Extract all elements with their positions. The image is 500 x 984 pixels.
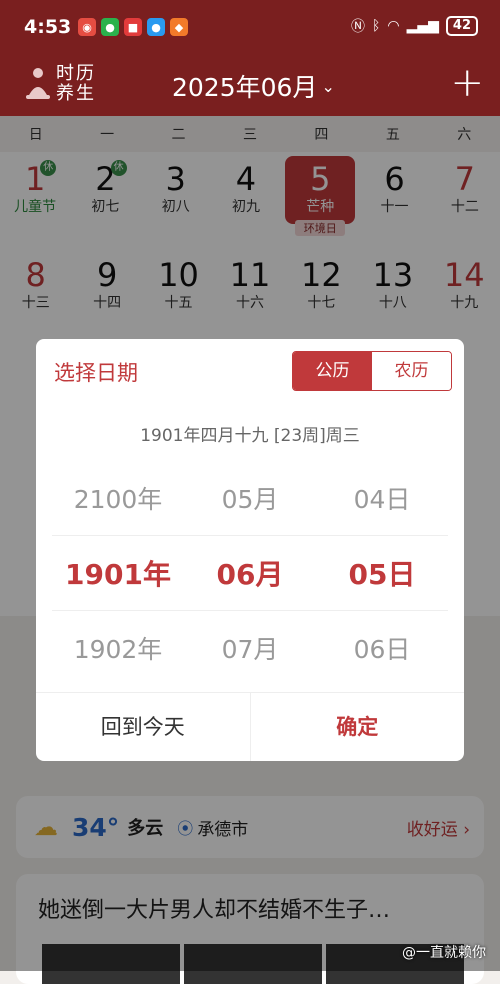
year-option[interactable]: 2100年 — [52, 480, 184, 516]
date-picker-dialog: 选择日期 公历 农历 1901年四月十九 [23周]周三 2100年 05月 0… — [36, 339, 464, 761]
month-option[interactable]: 07月 — [184, 630, 316, 666]
bluetooth-icon: ᛒ — [371, 18, 381, 34]
weibo-icon: ◉ — [78, 18, 96, 36]
status-indicators: Ⓝ ᛒ ◠ ▂▄▆ 42 — [351, 16, 478, 36]
date-wheel-picker[interactable]: 2100年 05月 04日 1901年 06月 05日 1902年 07月 06… — [52, 461, 448, 691]
app-notification-icon: ■ — [124, 18, 142, 36]
month-option[interactable]: 05月 — [184, 480, 316, 516]
day-option[interactable]: 04日 — [316, 480, 448, 516]
status-time: 4:53 — [24, 16, 72, 38]
solar-calendar-tab[interactable]: 公历 — [293, 352, 372, 390]
app-header: 时历 养生 2025年06月 ⌄ + — [0, 58, 500, 116]
picker-row: 2100年 05月 04日 — [52, 461, 448, 535]
dialog-title: 选择日期 — [54, 361, 138, 385]
lunar-calendar-tab[interactable]: 农历 — [372, 352, 451, 390]
add-button[interactable]: + — [450, 62, 484, 104]
taobao-icon: ◆ — [170, 18, 188, 36]
current-month: 2025年06月 — [172, 73, 318, 102]
month-selected[interactable]: 06月 — [184, 553, 316, 593]
battery-icon: 42 — [445, 16, 478, 36]
dialog-footer: 回到今天 确定 — [36, 692, 464, 761]
calendar-type-toggle: 公历 农历 — [292, 351, 452, 391]
meditation-icon — [26, 68, 50, 99]
confirm-button[interactable]: 确定 — [251, 693, 465, 761]
picker-row-selected: 1901年 06月 05日 — [52, 535, 448, 611]
year-option[interactable]: 1902年 — [52, 630, 184, 666]
notification-icons: ◉ ● ■ ● ◆ — [78, 18, 188, 36]
back-to-today-button[interactable]: 回到今天 — [36, 693, 251, 761]
signal-icon: ▂▄▆ — [406, 18, 439, 34]
watermark: @一直就赖你 — [402, 945, 486, 961]
wechat-icon: ● — [101, 18, 119, 36]
wifi-icon: ◠ — [387, 18, 400, 34]
date-summary: 1901年四月十九 [23周]周三 — [140, 426, 360, 446]
status-bar: 4:53 ◉ ● ■ ● ◆ Ⓝ ᛒ ◠ ▂▄▆ 42 — [0, 0, 500, 58]
app-logo: 时历 养生 — [24, 64, 96, 104]
logo-text: 时历 养生 — [56, 63, 96, 104]
picker-row: 1902年 07月 06日 — [52, 611, 448, 685]
nfc-icon: Ⓝ — [350, 19, 365, 35]
day-option[interactable]: 06日 — [316, 630, 448, 666]
message-icon: ● — [147, 18, 165, 36]
chevron-down-icon: ⌄ — [321, 76, 335, 96]
day-selected[interactable]: 05日 — [316, 553, 448, 593]
month-selector[interactable]: 2025年06月 ⌄ — [172, 68, 335, 104]
year-selected[interactable]: 1901年 — [52, 553, 184, 593]
